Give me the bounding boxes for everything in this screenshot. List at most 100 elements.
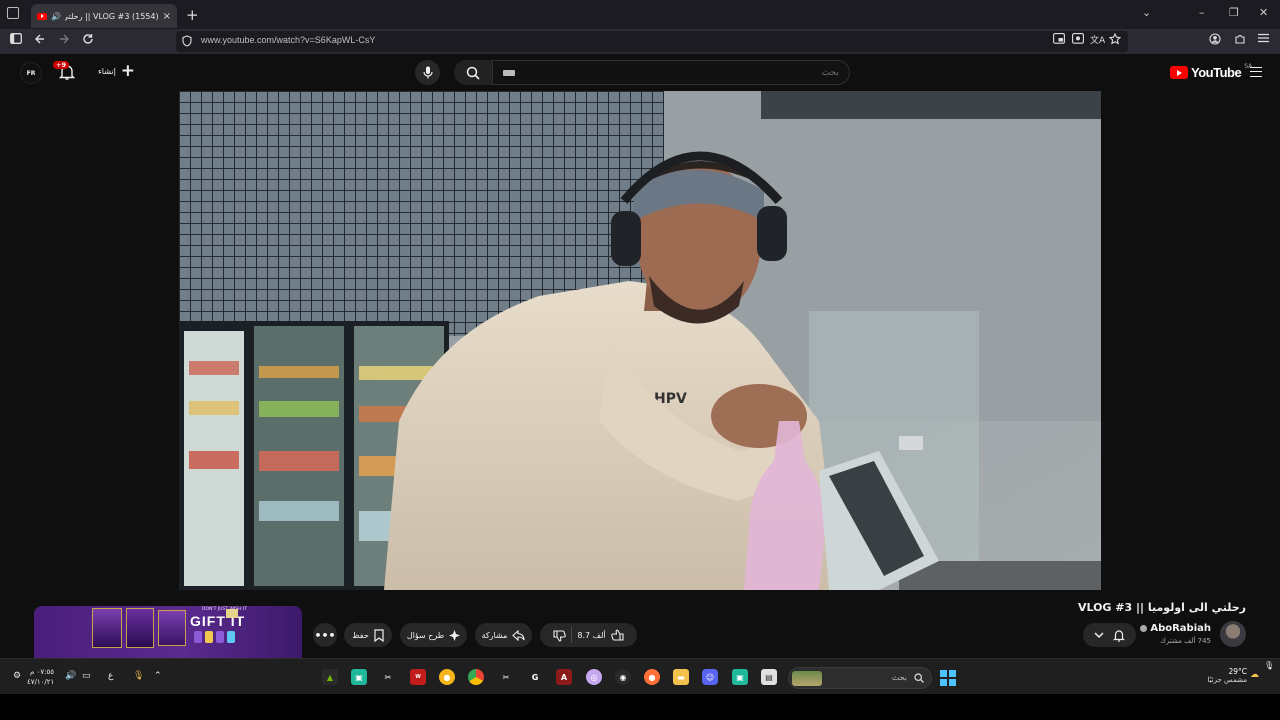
weather-sun-icon: ☁: [1250, 670, 1259, 680]
capcut-pro-icon[interactable]: ✂: [498, 669, 514, 685]
video-player[interactable]: HPV: [179, 91, 1101, 590]
plus-icon: +: [120, 61, 136, 81]
more-actions-button[interactable]: •••: [313, 623, 337, 647]
ad-logo-badge: [226, 609, 238, 618]
ad-products: [194, 631, 244, 645]
app-g-icon[interactable]: G: [527, 669, 543, 685]
bookmark-icon: [374, 628, 384, 642]
channel-name[interactable]: AboRabiah: [1140, 623, 1211, 634]
network-icon[interactable]: ▭: [82, 671, 91, 681]
search-highlight-thumbnail: [792, 671, 822, 686]
clock-time: ٠٧:٥٥ م: [30, 668, 54, 676]
bookmark-star-icon[interactable]: [1108, 32, 1122, 48]
search-input[interactable]: [493, 61, 849, 84]
sidebar-toggle-icon[interactable]: [10, 33, 22, 47]
restore-button[interactable]: ❐: [1229, 6, 1239, 19]
notification-count-badge: +9: [53, 61, 69, 69]
writer-app-icon[interactable]: W: [410, 669, 426, 685]
region-code: SA: [1244, 63, 1253, 70]
browser-tab-active[interactable]: 🔊 (1554) VLOG #3 || رحلتي الى اولوميا ×: [31, 4, 177, 28]
browser-tab-strip: 🔊 (1554) VLOG #3 || رحلتي الى اولوميا × …: [0, 0, 1280, 29]
ask-button[interactable]: طرح سؤال: [400, 623, 467, 647]
microphone-icon: [422, 66, 433, 79]
site-info-icon[interactable]: [182, 35, 192, 47]
ad-product-box: [126, 608, 154, 648]
tab-title: (1554) VLOG #3 || رحلتي الى اولوميا: [64, 11, 159, 21]
youtube-wordmark: YouTube: [1191, 65, 1242, 80]
search-button[interactable]: [454, 60, 492, 85]
translate-icon[interactable]: 文A: [1090, 33, 1105, 46]
youtube-masthead: YouTube SA إنشاء + +9 FR: [0, 54, 1280, 91]
share-button[interactable]: مشاركة: [475, 623, 532, 647]
reload-icon[interactable]: [82, 33, 94, 48]
tab-overflow-chevron-icon[interactable]: ⌄: [1142, 6, 1151, 19]
save-button[interactable]: حفظ: [344, 623, 392, 647]
app-teal-icon[interactable]: ▣: [732, 669, 748, 685]
firefox-icon[interactable]: ●: [644, 669, 660, 685]
channel-avatar[interactable]: [1220, 621, 1246, 647]
app-purple-icon[interactable]: ◎: [586, 669, 602, 685]
sparkle-icon: [449, 629, 461, 641]
chrome-icon[interactable]: [468, 669, 484, 685]
screen-bottom-edge: [0, 694, 1280, 720]
tab-list-icon[interactable]: [7, 7, 19, 19]
weather-temperature: 29°C: [1228, 667, 1247, 676]
like-button[interactable]: 8.7 ألف: [577, 628, 624, 642]
taskbar-search[interactable]: بحث: [788, 667, 932, 689]
volume-icon[interactable]: 🔊: [65, 671, 76, 681]
tray-expand-chevron-icon[interactable]: ⌃: [154, 671, 162, 681]
search-container: [492, 60, 850, 85]
screenshot-icon[interactable]: [1072, 33, 1084, 47]
app-yellow-icon[interactable]: ●: [439, 669, 455, 685]
capcut-icon[interactable]: ✂: [380, 669, 396, 685]
close-window-button[interactable]: ✕: [1259, 6, 1268, 19]
new-tab-button[interactable]: +: [186, 6, 199, 24]
gear-icon[interactable]: ⚙: [13, 671, 21, 681]
ask-label: طرح سؤال: [406, 630, 445, 640]
app-white-icon[interactable]: ▤: [761, 669, 777, 685]
discord-icon[interactable]: ☺: [702, 669, 718, 685]
extensions-icon[interactable]: [1234, 33, 1246, 48]
voice-search-button[interactable]: [415, 60, 440, 85]
app-green-icon[interactable]: ▣: [351, 669, 367, 685]
forward-arrow-icon[interactable]: [58, 33, 70, 48]
nvidia-icon[interactable]: ▲: [322, 669, 338, 685]
picture-in-picture-icon[interactable]: [1053, 33, 1065, 47]
back-arrow-icon[interactable]: [34, 33, 46, 48]
address-bar[interactable]: www.youtube.com/watch?v=S6KapWL-CsY: [176, 31, 1128, 52]
app-menu-icon[interactable]: [1258, 33, 1269, 46]
keyboard-icon[interactable]: [503, 70, 515, 76]
minimize-button[interactable]: –: [1199, 6, 1205, 19]
ad-product-box: [92, 608, 122, 648]
app-dark-icon[interactable]: ◉: [615, 669, 631, 685]
youtube-logo[interactable]: YouTube SA: [1170, 63, 1253, 80]
ad-banner[interactable]: DON'T JUST WISH IT GIFT IT: [34, 606, 302, 658]
system-clock[interactable]: ٠٧:٥٥ م ٤٧/١٠/٢١: [27, 667, 54, 687]
youtube-play-icon: [1170, 66, 1188, 79]
microphone-in-use-icon[interactable]: 🎙: [133, 671, 144, 681]
adobe-icon[interactable]: A: [556, 669, 572, 685]
windows-taskbar: ⚙ ٠٧:٥٥ م ٤٧/١٠/٢١ 🔊 ▭ ع 🎙 ⌃ ▲ ▣ ✂ W ● ✂…: [0, 658, 1280, 694]
watch-metadata: رحلتي الى اولوميا || VLOG #3 AboRabiah 7…: [0, 590, 1280, 658]
speaker-icon[interactable]: 🔊: [51, 12, 61, 21]
file-explorer-icon[interactable]: ▬: [673, 669, 689, 685]
account-icon[interactable]: [1209, 33, 1221, 48]
weather-widget[interactable]: 29°C مشمس جزئيًا: [1199, 667, 1247, 684]
video-frame: HPV: [179, 91, 1101, 590]
dislike-button[interactable]: [553, 629, 567, 642]
like-divider: [571, 627, 573, 643]
search-icon: [914, 673, 924, 683]
windows-start-icon[interactable]: [940, 670, 956, 686]
microphone-indicator-icon: 🎙: [1264, 661, 1275, 670]
subscribed-button[interactable]: [1083, 623, 1136, 647]
account-avatar[interactable]: FR: [20, 62, 42, 84]
ad-product-box: [158, 610, 186, 646]
input-language[interactable]: ع: [108, 671, 113, 681]
verified-icon: [1140, 625, 1148, 632]
notifications-bell-icon: [1113, 629, 1126, 642]
like-count: 8.7 ألف: [577, 630, 606, 640]
create-button[interactable]: إنشاء +: [98, 61, 136, 81]
subscriber-count: 745 ألف مشترك: [1160, 637, 1211, 645]
thumbs-down-icon: [553, 629, 567, 642]
tab-close-icon[interactable]: ×: [163, 11, 171, 22]
